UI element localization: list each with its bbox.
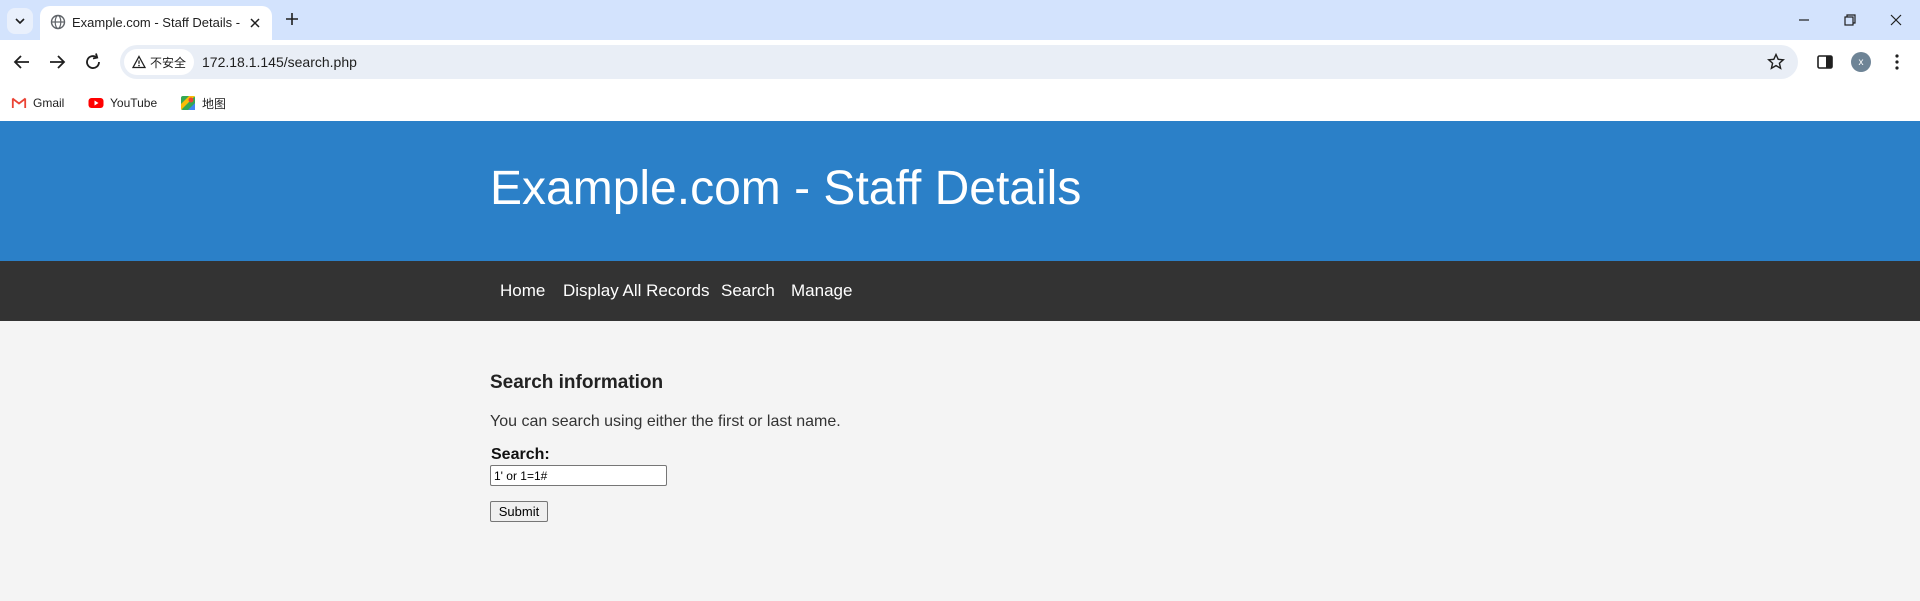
bookmark-label: Gmail [33,96,65,110]
close-icon[interactable] [246,14,264,32]
nav-link-home[interactable]: Home [500,281,545,301]
search-input[interactable] [490,465,667,486]
intro-text: You can search using either the first or… [490,413,841,430]
forward-icon[interactable] [45,50,69,74]
tab-search-button[interactable] [7,8,33,34]
bookmarks-bar: Gmail YouTube 地图 [0,85,1920,121]
bookmark-youtube[interactable]: YouTube [88,91,157,115]
browser-tab[interactable]: Example.com - Staff Details - [40,6,272,40]
bookmark-gmail[interactable]: Gmail [11,91,64,115]
nav-link-manage[interactable]: Manage [791,281,852,301]
restore-icon[interactable] [1838,8,1862,32]
chevron-down-icon [15,18,25,25]
profile-avatar[interactable]: x [1851,52,1871,72]
address-bar[interactable]: 不安全 172.18.1.145/search.php [120,45,1798,79]
globe-icon [50,14,66,30]
security-chip[interactable]: 不安全 [124,49,194,75]
nav-link-search[interactable]: Search [721,281,775,301]
site-nav: Home Display All Records Search Manage [0,261,1920,321]
site-header: Example.com - Staff Details [0,121,1920,261]
back-icon[interactable] [10,50,34,74]
bookmark-label: 地图 [202,96,227,111]
tab-title: Example.com - Staff Details - [72,15,241,30]
gmail-icon [11,97,27,108]
close-window-icon[interactable] [1884,8,1908,32]
youtube-icon [88,98,104,108]
url-text[interactable]: 172.18.1.145/search.php [202,53,357,71]
tab-strip: Example.com - Staff Details - [0,0,1920,40]
maps-icon [181,96,195,110]
submit-button[interactable]: Submit [490,501,548,522]
bookmark-label: YouTube [110,96,158,110]
search-label: Search: [491,446,550,463]
site-title: Example.com - Staff Details [490,162,1082,215]
section-heading: Search information [490,372,664,393]
reload-icon[interactable] [81,50,105,74]
new-tab-icon[interactable] [283,10,301,28]
browser-toolbar: 不安全 172.18.1.145/search.php x [0,40,1920,85]
bookmark-maps[interactable]: 地图 [180,91,226,115]
security-label: 不安全 [150,55,187,70]
side-panel-icon[interactable] [1815,52,1835,72]
star-icon[interactable] [1766,52,1786,72]
nav-link-display-all-records[interactable]: Display All Records [563,281,709,301]
more-menu-icon[interactable] [1887,52,1907,72]
warning-icon [132,55,146,69]
minimize-icon[interactable] [1792,8,1816,32]
